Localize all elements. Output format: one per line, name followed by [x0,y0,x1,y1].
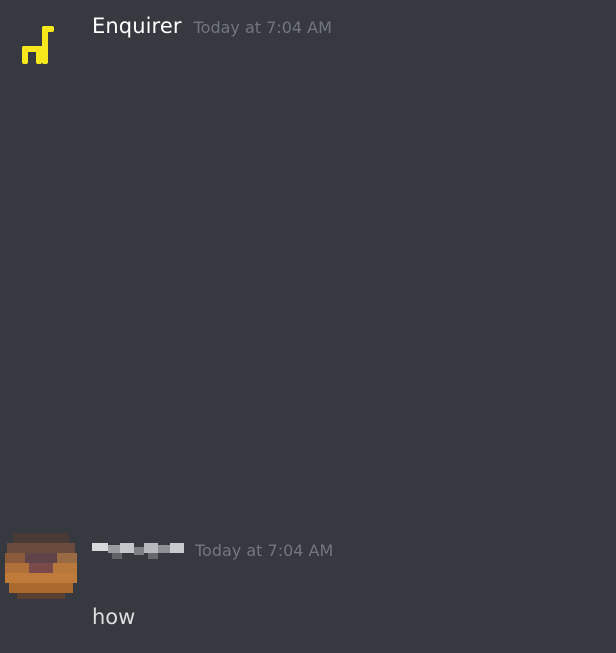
pixelated-username-block [92,537,184,563]
bot-avatar[interactable] [14,16,70,72]
timestamp[interactable]: Today at 7:04 AM [194,18,332,37]
timestamp[interactable]: Today at 7:04 AM [195,541,333,560]
chat-messages-pane: Enquirer Today at 7:04 AM Today at 7:04 … [0,0,616,653]
redacted-username[interactable] [92,537,184,563]
message-content: how [92,605,136,629]
message-header: Enquirer Today at 7:04 AM [92,14,332,38]
pixelated-user-avatar [3,523,79,599]
username[interactable]: Enquirer [92,14,182,38]
message-header: Today at 7:04 AM [92,537,333,563]
message-group: Enquirer Today at 7:04 AM [0,0,616,500]
user-avatar[interactable] [3,523,79,599]
message-group: Today at 7:04 AM how [0,515,616,653]
llama-bot-icon [22,26,54,64]
